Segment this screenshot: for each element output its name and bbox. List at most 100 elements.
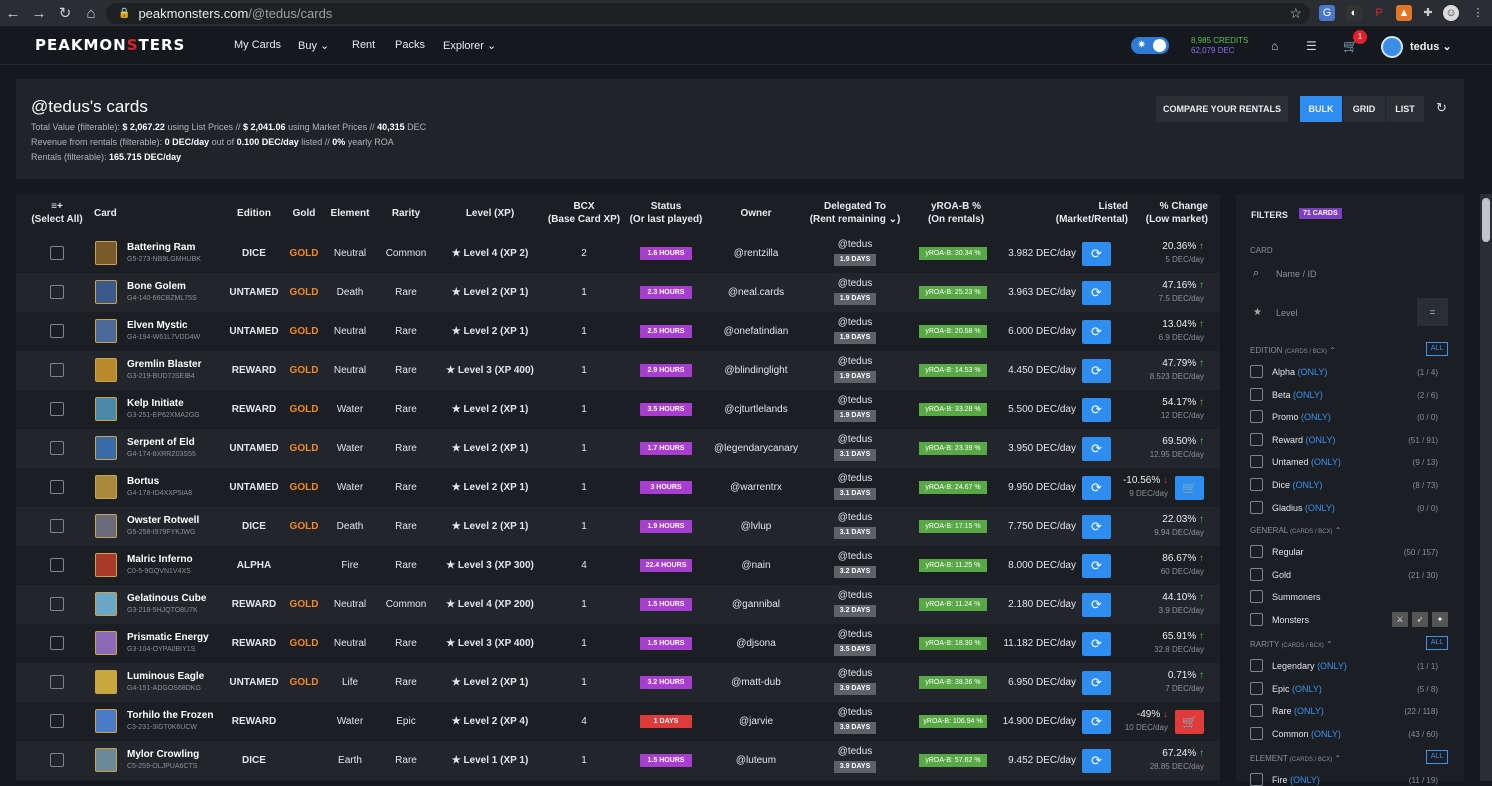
delegated-to[interactable]: @tedus [826,317,884,328]
owner[interactable]: @lvlup [706,521,806,532]
buy-cart-button[interactable]: 🛒 [1175,476,1204,500]
general-checkbox[interactable] [1250,590,1263,604]
owner[interactable]: @matt-dub [706,677,806,688]
card-thumbnail[interactable] [95,319,117,343]
rarity-filter-1[interactable]: Epic (ONLY) [1272,684,1322,694]
delegated-to[interactable]: @tedus [826,629,884,640]
table-row[interactable]: Bone Golem G4-140-66CBZML75S UNTAMED GOL… [16,273,1220,312]
card-thumbnail[interactable] [95,514,117,538]
table-row[interactable]: Battering Ram G5-273-NB9LGMHUBK DICE GOL… [16,234,1220,273]
update-listing-button[interactable]: ⟳ [1082,242,1111,266]
col-gold[interactable]: Gold [286,207,322,220]
table-row[interactable]: Luminous Eagle G4-151-ADGOS68DKG UNTAMED… [16,663,1220,702]
owner[interactable]: @onefatindian [706,326,806,337]
delegated-to[interactable]: @tedus [826,434,884,445]
scrollbar-thumb[interactable] [1482,198,1490,242]
theme-toggle[interactable]: ✷ [1131,37,1169,54]
bookmark-star-icon[interactable]: ☆ [1289,5,1302,22]
table-row[interactable]: Bortus G4-178-ID4XXP5IA8 UNTAMED GOLD Wa… [16,468,1220,507]
col-delegated[interactable]: Delegated To (Rent remaining ⌄) [800,200,910,226]
table-row[interactable]: Serpent of Eld G4-174-8XRRZ03S55 UNTAMED… [16,429,1220,468]
card-thumbnail[interactable] [95,592,117,616]
col-card[interactable]: Card [94,207,117,220]
card-thumbnail[interactable] [95,631,117,655]
reload-icon[interactable]: ↻ [52,4,78,22]
element-filter-heading[interactable]: ELEMENT (CARDS / BCX) ⌃ [1250,754,1341,763]
general-filter-heading[interactable]: GENERAL (CARDS / BCX) ⌃ [1250,526,1341,535]
translate-extension-icon[interactable]: G [1319,5,1335,21]
col-listed[interactable]: Listed (Market/Rental) [1036,200,1128,226]
row-checkbox[interactable] [50,402,64,416]
update-listing-button[interactable]: ⟳ [1082,671,1111,695]
view-list-button[interactable]: LIST [1386,96,1424,122]
card-thumbnail[interactable] [95,670,117,694]
editions-checkbox[interactable] [1250,365,1263,378]
extension-icon[interactable]: ◐ [1346,5,1362,21]
home-icon[interactable]: ⌂ [78,5,104,22]
metamask-extension-icon[interactable]: ▲ [1396,5,1412,21]
col-edition[interactable]: Edition [228,207,280,220]
peakmonsters-logo[interactable]: PEAKMONSTERS [35,36,185,54]
editions-checkbox[interactable] [1250,455,1263,469]
row-checkbox[interactable] [50,285,64,299]
editions-checkbox[interactable] [1250,500,1263,514]
general-filter-2[interactable]: Summoners [1272,592,1321,602]
level-operator-button[interactable]: = [1417,298,1448,326]
delegated-to[interactable]: @tedus [826,356,884,367]
magic-icon[interactable]: ✦ [1432,611,1448,627]
card-thumbnail[interactable] [95,475,117,499]
view-bulk-button[interactable]: BULK [1300,96,1342,122]
rarity-checkbox[interactable] [1250,726,1263,740]
editions-checkbox[interactable] [1250,432,1263,446]
table-row[interactable]: Gremlin Blaster G3-219-BUD7JSEIB4 REWARD… [16,351,1220,390]
back-icon[interactable]: ← [0,5,26,22]
editions-filter-6[interactable]: Gladius (ONLY) [1272,503,1335,513]
editions-filter-heading[interactable]: EDITION (CARDS / BCX) ⌃ [1250,346,1336,355]
nav-explorer[interactable]: Explorer ⌄ [443,39,496,52]
card-name[interactable]: Gelatinous Cube [127,593,206,604]
rarity-filter-0[interactable]: Legendary (ONLY) [1272,661,1347,671]
rarity-filter-3[interactable]: Common (ONLY) [1272,729,1341,739]
owner[interactable]: @rentzilla [706,248,806,259]
card-thumbnail[interactable] [95,709,117,733]
row-checkbox[interactable] [50,519,64,533]
update-listing-button[interactable]: ⟳ [1082,476,1111,500]
delegated-to[interactable]: @tedus [826,668,884,679]
sword-icon[interactable]: ⚔ [1392,611,1408,627]
view-grid-button[interactable]: GRID [1343,96,1385,122]
card-thumbnail[interactable] [95,358,117,382]
table-row[interactable]: Owster Rotwell G5-258-I979FYKJWG DICE GO… [16,507,1220,546]
card-thumbnail[interactable] [95,436,117,460]
rarity-checkbox[interactable] [1250,704,1263,718]
table-row[interactable]: Mylor Crowling C5-259-OLJPUA6CTS DICE Ea… [16,741,1220,780]
profile-icon[interactable]: ☺ [1443,5,1459,21]
editions-filter-4[interactable]: Untamed (ONLY) [1272,457,1341,467]
browser-menu-icon[interactable]: ⋮ [1470,5,1486,21]
col-level[interactable]: Level (XP) [450,207,530,220]
update-listing-button[interactable]: ⟳ [1082,554,1111,578]
table-row[interactable]: Gelatinous Cube G3-218-5HJQTO8U7K REWARD… [16,585,1220,624]
delegated-to[interactable]: @tedus [826,746,884,757]
row-checkbox[interactable] [50,480,64,494]
update-listing-button[interactable]: ⟳ [1082,749,1111,773]
col-rarity[interactable]: Rarity [382,207,430,220]
address-bar[interactable]: 🔒 peakmonsters.com/@tedus/cards ☆ [106,3,1310,24]
card-name[interactable]: Bortus [127,476,159,487]
owner[interactable]: @blindinglight [706,365,806,376]
editions-filter-3[interactable]: Reward (ONLY) [1272,435,1335,445]
general-checkbox[interactable] [1250,612,1263,626]
card-name[interactable]: Luminous Eagle [127,671,204,682]
update-listing-button[interactable]: ⟳ [1082,632,1111,656]
update-listing-button[interactable]: ⟳ [1082,281,1111,305]
card-name[interactable]: Kelp Initiate [127,398,184,409]
row-checkbox[interactable] [50,324,64,338]
general-filter-3[interactable]: Monsters [1272,615,1309,625]
delegated-to[interactable]: @tedus [826,395,884,406]
col-bcx[interactable]: BCX (Base Card XP) [544,200,624,226]
rarity-all-button[interactable]: ALL [1426,636,1448,650]
general-filter-1[interactable]: Gold [1272,570,1291,580]
update-listing-button[interactable]: ⟳ [1082,437,1111,461]
buy-cart-button[interactable]: 🛒 [1175,710,1204,734]
rarity-filter-2[interactable]: Rare (ONLY) [1272,706,1324,716]
element-all-button[interactable]: ALL [1426,750,1448,764]
